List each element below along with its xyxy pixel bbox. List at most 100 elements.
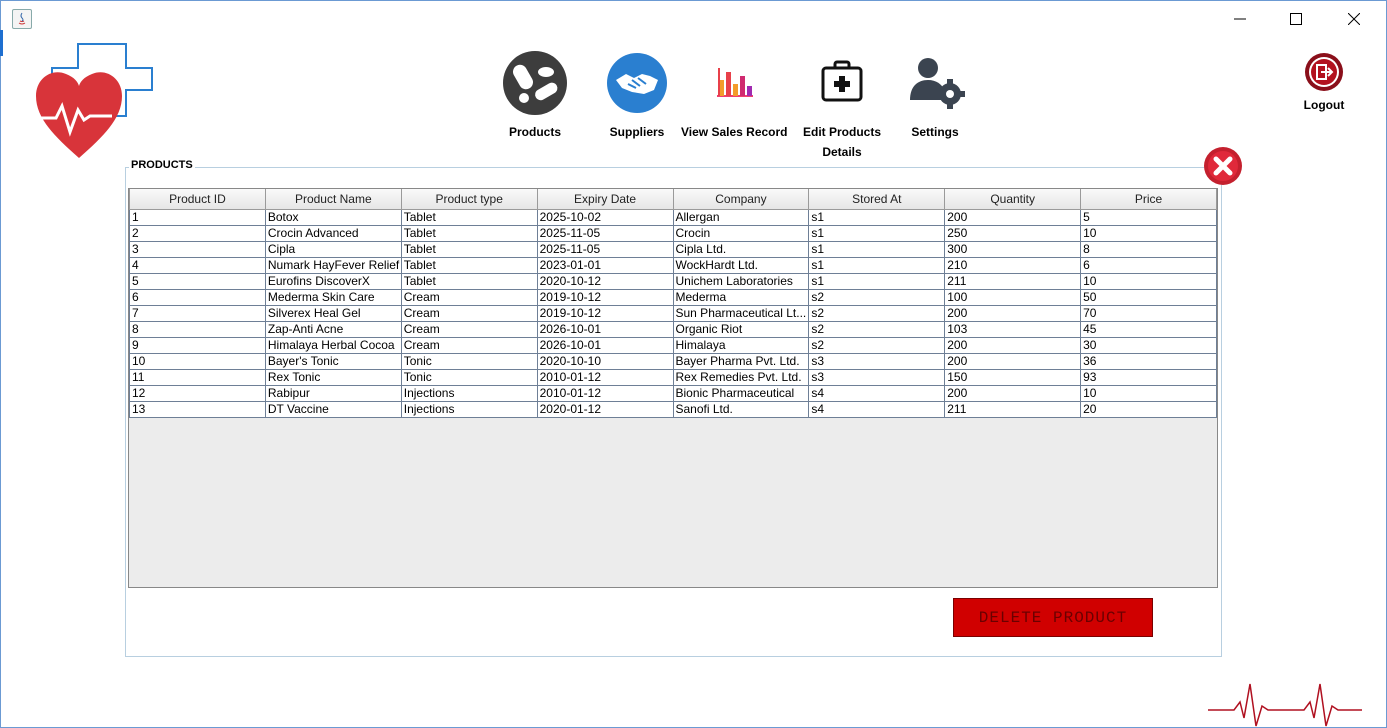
table-cell[interactable]: 211 <box>944 273 1082 290</box>
table-cell[interactable]: Tablet <box>400 273 538 290</box>
table-cell[interactable]: 300 <box>944 241 1082 258</box>
table-cell[interactable]: 2025-11-05 <box>536 225 674 242</box>
table-cell[interactable]: 10 <box>129 353 266 370</box>
table-cell[interactable]: 8 <box>1080 241 1217 258</box>
table-cell[interactable]: 100 <box>944 289 1082 306</box>
table-row[interactable]: 13 DT Vaccine Injections 2020-01-12 Sanofi L… <box>129 401 1217 418</box>
nav-products[interactable]: Products <box>502 50 568 142</box>
table-cell[interactable]: 10 <box>1080 225 1217 242</box>
table-cell[interactable]: Cipla <box>264 241 402 258</box>
table-cell[interactable]: Sun Pharmaceutical Lt... <box>672 305 810 322</box>
table-cell[interactable]: s2 <box>808 321 946 338</box>
table-cell[interactable]: s2 <box>808 337 946 354</box>
table-cell[interactable]: 20 <box>1080 401 1217 418</box>
table-cell[interactable]: 103 <box>944 321 1082 338</box>
table-cell[interactable]: Unichem Laboratories <box>672 273 810 290</box>
table-cell[interactable]: 10 <box>1080 273 1217 290</box>
table-cell[interactable]: Crocin Advanced <box>264 225 402 242</box>
table-cell[interactable]: Crocin <box>672 225 810 242</box>
table-row[interactable]: 8 Zap-Anti Acne Cream 2026-10-01 Organic Rio… <box>129 321 1217 338</box>
column-header-product-type[interactable]: Product type <box>400 189 538 210</box>
table-cell[interactable]: 2023-01-01 <box>536 257 674 274</box>
table-cell[interactable]: Tonic <box>400 369 538 386</box>
table-cell[interactable]: 2020-01-12 <box>536 401 674 418</box>
table-cell[interactable]: 10 <box>1080 385 1217 402</box>
column-header-expiry-date[interactable]: Expiry Date <box>536 189 674 210</box>
table-cell[interactable]: 2025-11-05 <box>536 241 674 258</box>
table-cell[interactable]: 2020-10-10 <box>536 353 674 370</box>
table-cell[interactable]: 250 <box>944 225 1082 242</box>
table-cell[interactable]: s1 <box>808 241 946 258</box>
table-cell[interactable]: 5 <box>1080 209 1217 226</box>
table-cell[interactable]: Cream <box>400 337 538 354</box>
table-cell[interactable]: s3 <box>808 353 946 370</box>
column-header-product-id[interactable]: Product ID <box>129 189 266 210</box>
table-cell[interactable]: Tablet <box>400 241 538 258</box>
table-cell[interactable]: 70 <box>1080 305 1217 322</box>
table-cell[interactable]: Tonic <box>400 353 538 370</box>
table-cell[interactable]: 2010-01-12 <box>536 369 674 386</box>
table-row[interactable]: 11 Rex Tonic Tonic 2010-01-12 Rex Remedies P… <box>129 369 1217 386</box>
table-cell[interactable]: Tablet <box>400 257 538 274</box>
table-cell[interactable]: Rex Tonic <box>264 369 402 386</box>
delete-product-button[interactable]: DELETE PRODUCT <box>953 598 1153 637</box>
table-cell[interactable]: Rex Remedies Pvt. Ltd. <box>672 369 810 386</box>
table-cell[interactable]: 30 <box>1080 337 1217 354</box>
table-cell[interactable]: 93 <box>1080 369 1217 386</box>
table-row[interactable]: 3 Cipla Tablet 2025-11-05 Cipla Ltd. s1 300 8 <box>129 241 1217 258</box>
minimize-button[interactable] <box>1225 6 1255 32</box>
table-cell[interactable]: Mederma <box>672 289 810 306</box>
table-cell[interactable]: 150 <box>944 369 1082 386</box>
table-row[interactable]: 6 Mederma Skin Care Cream 2019-10-12 Mederma… <box>129 289 1217 306</box>
table-cell[interactable]: Bayer Pharma Pvt. Ltd. <box>672 353 810 370</box>
table-cell[interactable]: 36 <box>1080 353 1217 370</box>
table-cell[interactable]: 6 <box>1080 257 1217 274</box>
table-cell[interactable]: s2 <box>808 289 946 306</box>
column-header-stored-at[interactable]: Stored At <box>808 189 946 210</box>
table-cell[interactable]: Bayer's Tonic <box>264 353 402 370</box>
table-row[interactable]: 4 Numark HayFever Relief Tablet 2023-01-01 W… <box>129 257 1217 274</box>
products-table-container[interactable]: Product ID Product Name Product type Exp… <box>128 188 1218 588</box>
table-row[interactable]: 9 Himalaya Herbal Cocoa Cream 2026-10-01 Him… <box>129 337 1217 354</box>
table-row[interactable]: 5 Eurofins DiscoverX Tablet 2020-10-12 Unich… <box>129 273 1217 290</box>
column-header-product-name[interactable]: Product Name <box>264 189 402 210</box>
table-cell[interactable]: Eurofins DiscoverX <box>264 273 402 290</box>
table-cell[interactable]: 6 <box>129 289 266 306</box>
table-cell[interactable]: 1 <box>129 209 266 226</box>
table-cell[interactable]: 7 <box>129 305 266 322</box>
nav-edit-products-details[interactable]: Edit Products Details <box>803 50 881 162</box>
table-cell[interactable]: Himalaya Herbal Cocoa <box>264 337 402 354</box>
table-cell[interactable]: s1 <box>808 209 946 226</box>
table-cell[interactable]: 3 <box>129 241 266 258</box>
table-cell[interactable]: 200 <box>944 353 1082 370</box>
maximize-button[interactable] <box>1281 6 1311 32</box>
table-cell[interactable]: DT Vaccine <box>264 401 402 418</box>
table-cell[interactable]: 2026-10-01 <box>536 321 674 338</box>
products-table[interactable]: Product ID Product Name Product type Exp… <box>129 189 1217 418</box>
table-cell[interactable]: Silverex Heal Gel <box>264 305 402 322</box>
table-cell[interactable]: s3 <box>808 369 946 386</box>
table-cell[interactable]: Zap-Anti Acne <box>264 321 402 338</box>
table-cell[interactable]: Cream <box>400 289 538 306</box>
table-cell[interactable]: Bionic Pharmaceutical <box>672 385 810 402</box>
table-row[interactable]: 2 Crocin Advanced Tablet 2025-11-05 Crocin s1… <box>129 225 1217 242</box>
table-cell[interactable]: Organic Riot <box>672 321 810 338</box>
table-cell[interactable]: 11 <box>129 369 266 386</box>
table-row[interactable]: 7 Silverex Heal Gel Cream 2019-10-12 Sun Pha… <box>129 305 1217 322</box>
table-cell[interactable]: s4 <box>808 385 946 402</box>
table-cell[interactable]: 200 <box>944 209 1082 226</box>
table-cell[interactable]: Cream <box>400 321 538 338</box>
table-cell[interactable]: Cipla Ltd. <box>672 241 810 258</box>
close-panel-button[interactable] <box>1202 146 1244 186</box>
table-cell[interactable]: 50 <box>1080 289 1217 306</box>
table-cell[interactable]: 2025-10-02 <box>536 209 674 226</box>
table-cell[interactable]: 2019-10-12 <box>536 289 674 306</box>
table-cell[interactable]: Allergan <box>672 209 810 226</box>
close-window-button[interactable] <box>1339 6 1369 32</box>
table-cell[interactable]: 211 <box>944 401 1082 418</box>
column-header-quantity[interactable]: Quantity <box>944 189 1082 210</box>
table-cell[interactable]: 13 <box>129 401 266 418</box>
table-cell[interactable]: Tablet <box>400 209 538 226</box>
table-row[interactable]: 10 Bayer's Tonic Tonic 2020-10-10 Bayer Phar… <box>129 353 1217 370</box>
nav-view-sales-record[interactable]: View Sales Record <box>681 50 788 142</box>
